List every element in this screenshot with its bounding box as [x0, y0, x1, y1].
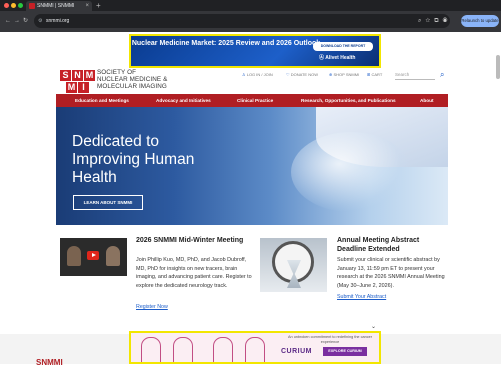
play-icon[interactable]	[87, 251, 99, 260]
shop-icon: ⊕	[329, 72, 333, 77]
logo-text-line: MOLECULAR IMAGING	[97, 83, 167, 90]
site-info-icon[interactable]: ⚙	[38, 14, 42, 28]
cart-label: CART	[371, 72, 383, 77]
url-text: snmmi.org	[46, 18, 70, 24]
logo-letter: M	[66, 82, 77, 93]
hero-title-line: Improving Human	[72, 151, 195, 168]
donate-label: DONATE NOW	[290, 72, 318, 77]
hero-image-mask	[291, 132, 411, 212]
user-icon: ♙	[242, 72, 246, 77]
speaker-image	[106, 246, 120, 266]
ad-tagline: An unbroken commitment to redefining the…	[288, 335, 372, 344]
close-window-icon[interactable]	[4, 3, 9, 8]
bottom-banner-ad[interactable]: An unbroken commitment to redefining the…	[129, 331, 381, 364]
forward-icon[interactable]: →	[14, 18, 23, 24]
chevron-down-icon[interactable]: ⌄	[371, 323, 376, 330]
search-icon[interactable]: ⌕	[440, 70, 444, 80]
heart-icon: ♡	[286, 72, 290, 77]
speaker-image	[67, 246, 81, 266]
search-input[interactable]: Search	[395, 70, 435, 80]
nav-item-advocacy[interactable]: Advocacy and Initiatives	[156, 94, 211, 107]
cart-link[interactable]: ⊞ CART	[367, 72, 382, 77]
download-report-button[interactable]: DOWNLOAD THE REPORT	[313, 42, 373, 51]
logo-letter: N	[72, 70, 83, 81]
maximize-window-icon[interactable]	[18, 3, 23, 8]
shop-label: SHOP SNMMI	[333, 72, 360, 77]
browser-tab[interactable]: SNMMI | SNMMI ×	[26, 1, 92, 11]
logo-letter: M	[84, 70, 95, 81]
tab-title: SNMMI | SNMMI	[37, 3, 75, 9]
explore-curium-button[interactable]: EXPLORE CURIUM	[323, 347, 367, 356]
logo-text-line: SOCIETY OF	[97, 69, 137, 76]
url-field[interactable]: ⚙ snmmi.org	[34, 14, 450, 28]
shop-link[interactable]: ⊕ SHOP SNMMI	[329, 72, 359, 77]
card-title: 2026 SNMMI Mid-Winter Meeting	[136, 237, 244, 244]
minimize-window-icon[interactable]	[11, 3, 16, 8]
new-tab-icon[interactable]: +	[96, 0, 101, 11]
tab-favicon-icon	[29, 3, 35, 9]
browser-toolbar-icons: ⌕☆⧉◉	[418, 14, 451, 28]
login-label: LOG IN / JOIN	[246, 72, 273, 77]
login-link[interactable]: ♙ LOG IN / JOIN	[242, 72, 273, 77]
ad-brand: Ⓐ Alivet Health	[319, 55, 356, 61]
bottom-heading: SNMMI	[36, 358, 63, 367]
nav-item-education[interactable]: Education and Meetings	[75, 94, 129, 107]
browser-nav-buttons: ←→↻	[5, 11, 31, 32]
main-nav: Education and Meetings Advocacy and Init…	[56, 94, 448, 107]
logo-letter: S	[60, 70, 71, 81]
learn-about-button[interactable]: LEARN ABOUT SNMMI	[73, 195, 143, 210]
curium-logo: CURIUM	[281, 348, 312, 355]
top-banner-ad[interactable]: Nuclear Medicine Market: 2025 Review and…	[129, 34, 381, 68]
card-title: Annual Meeting Abstract Deadline Extende…	[337, 237, 420, 253]
reload-icon[interactable]: ↻	[23, 18, 31, 24]
bookmark-icon[interactable]: ☆	[425, 18, 434, 24]
extensions-icon[interactable]: ⧉	[434, 18, 442, 24]
card-body: Join Phillip Kuo, MD, PhD, and Jacob Dub…	[136, 257, 252, 289]
ad-title: Nuclear Medicine Market: 2025 Review and…	[131, 40, 321, 47]
figure-illustration	[245, 337, 265, 362]
relaunch-button[interactable]: Relaunch to update	[461, 15, 499, 27]
hourglass-image	[260, 238, 327, 292]
figure-illustration	[141, 337, 161, 362]
register-now-link[interactable]: Register Now	[136, 304, 168, 310]
hero-title-line: Health	[72, 169, 117, 186]
figure-illustration	[173, 337, 193, 362]
nav-item-about[interactable]: About	[420, 94, 434, 107]
hero-title: Dedicated to Improving Human Health	[72, 133, 272, 187]
nav-item-research[interactable]: Research, Opportunities, and Publication…	[301, 94, 396, 107]
nav-item-clinical-practice[interactable]: Clinical Practice	[237, 94, 273, 107]
card-body: Submit your clinical or scientific abstr…	[337, 257, 445, 289]
scrollbar-thumb[interactable]	[496, 55, 500, 79]
donate-link[interactable]: ♡ DONATE NOW	[286, 72, 318, 77]
logo-text: SOCIETY OF NUCLEAR MEDICINE & MOLECULAR …	[97, 69, 167, 90]
figure-illustration	[213, 337, 233, 362]
back-icon[interactable]: ←	[5, 18, 14, 24]
video-thumbnail[interactable]	[60, 238, 127, 276]
hero-banner: Dedicated to Improving Human Health LEAR…	[56, 107, 448, 225]
submit-abstract-link[interactable]: Submit Your Abstract	[337, 294, 386, 300]
hero-title-line: Dedicated to	[72, 133, 160, 150]
cart-icon: ⊞	[367, 72, 371, 77]
profile-icon[interactable]: ◉	[443, 18, 452, 24]
tab-close-icon[interactable]: ×	[85, 1, 89, 11]
logo-letter: I	[78, 82, 89, 93]
logo-text-line: NUCLEAR MEDICINE &	[97, 76, 168, 83]
